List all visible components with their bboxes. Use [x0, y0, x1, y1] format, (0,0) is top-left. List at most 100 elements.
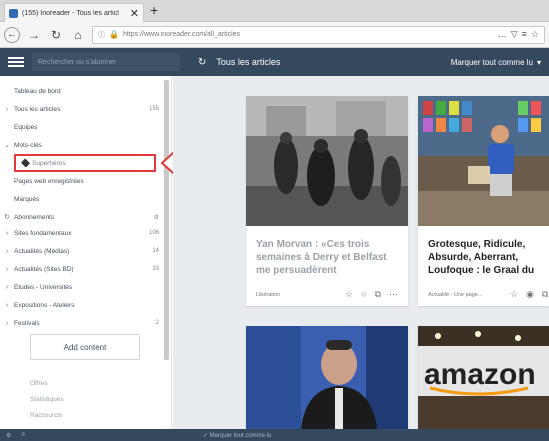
sidebar-item-subscriptions[interactable]: ↻ Abonnements ⚙: [0, 210, 165, 224]
sidebar-item-folder[interactable]: › Actualités (Sites BD) 33: [0, 262, 165, 276]
refresh-icon[interactable]: ↻: [198, 57, 206, 68]
forward-icon[interactable]: →: [26, 27, 42, 43]
lock-icon: 🔒: [109, 30, 119, 39]
app-window: (155) Inoreader - Tous les articl ✕ + ← …: [0, 0, 549, 441]
mark-read-icon[interactable]: ○: [361, 289, 366, 300]
svg-text:amazon: amazon: [424, 358, 536, 391]
bottom-bar: ⚙ ≡ ✓ Marquer tout comme lu: [0, 429, 549, 441]
browser-toolbar: ← → ↻ ⌂ ⓘ 🔒 https://www.inoreader.com/al…: [0, 22, 549, 48]
article-image: [246, 326, 408, 429]
inoreader-favicon-icon: [9, 8, 18, 18]
footer-link-offers[interactable]: Offres: [30, 380, 48, 387]
hamburger-menu-icon[interactable]: [8, 57, 24, 67]
tab-close-icon[interactable]: ✕: [130, 7, 139, 20]
sidebar-item-label: Pages web enregistrées: [14, 177, 84, 185]
menu-icon[interactable]: ≡: [21, 432, 25, 438]
article-source: Libération: [256, 292, 281, 298]
more-icon[interactable]: …: [498, 29, 507, 40]
sidebar-item-label: Sites fondamentaux: [14, 229, 72, 237]
browser-tab[interactable]: (155) Inoreader - Tous les articl ✕: [4, 3, 144, 22]
article-card[interactable]: [246, 326, 408, 429]
mark-read-icon[interactable]: ◉: [526, 289, 534, 300]
footer-link-shortcuts[interactable]: Raccourcis: [30, 412, 62, 419]
add-content-button[interactable]: Add content: [30, 334, 140, 360]
sidebar-item-label: Actualités (Médias): [14, 247, 70, 255]
article-image: amazon: [418, 326, 549, 429]
sidebar-item-label: Mots-clés: [14, 141, 42, 149]
sidebar-item-teams[interactable]: Equipes: [0, 120, 165, 134]
sidebar-item-label: Tableau de bord: [14, 87, 61, 95]
bookmark-star-icon[interactable]: ☆: [531, 29, 539, 40]
article-title[interactable]: Grotesque, Ridicule, Absurde, Aberrant, …: [428, 238, 549, 277]
sidebar-item-folder[interactable]: › Actualités (Médias) 14: [0, 244, 165, 258]
unread-count: 106: [148, 230, 159, 236]
address-bar[interactable]: ⓘ 🔒 https://www.inoreader.com/all_articl…: [92, 25, 545, 44]
article-source: Actualité - Une page...: [428, 292, 483, 298]
chevron-down-icon: ▾: [536, 57, 541, 67]
sidebar-item-folder[interactable]: › Sites fondamentaux 106: [0, 226, 165, 240]
sidebar-item-dashboard[interactable]: Tableau de bord: [0, 84, 165, 98]
url-text: https://www.inoreader.com/all_articles: [122, 31, 241, 38]
app-header: Rechercher ou s'abonner ↻ Tous les artic…: [0, 48, 549, 76]
url-actions: … ▽ ≡ ☆: [498, 29, 539, 40]
chevron-right-icon[interactable]: ›: [0, 106, 14, 113]
settings-icon[interactable]: ⚙: [6, 432, 11, 439]
chevron-right-icon[interactable]: ›: [0, 320, 14, 327]
open-external-icon[interactable]: ⧉: [375, 289, 381, 300]
article-card[interactable]: Grotesque, Ridicule, Absurde, Aberrant, …: [418, 96, 549, 306]
new-tab-icon[interactable]: +: [150, 2, 158, 18]
home-icon[interactable]: ⌂: [70, 27, 86, 43]
reader-icon[interactable]: ≡: [522, 29, 527, 40]
settings-icon[interactable]: ⚙: [145, 214, 165, 221]
sidebar-item-label: Abonnements: [14, 213, 55, 221]
chevron-right-icon[interactable]: ›: [0, 266, 14, 273]
unread-count: 33: [152, 266, 159, 272]
sidebar-item-label: Equipes: [14, 123, 38, 131]
info-icon[interactable]: ⓘ: [98, 30, 105, 40]
open-external-icon[interactable]: ⧉: [542, 289, 548, 300]
sidebar-item-label: Etudes - Universités: [14, 283, 73, 291]
star-icon[interactable]: ☆: [510, 289, 518, 300]
reload-icon[interactable]: ↻: [48, 27, 64, 43]
search-input[interactable]: Rechercher ou s'abonner: [32, 53, 180, 71]
back-icon[interactable]: ←: [4, 26, 20, 43]
pocket-icon[interactable]: ▽: [511, 29, 518, 40]
chevron-right-icon[interactable]: ›: [0, 248, 14, 255]
sidebar: Tableau de bord › Tous les articles 155 …: [0, 76, 219, 441]
article-image: [418, 96, 549, 226]
mark-all-read-label: Marquer tout comme lu: [450, 57, 533, 67]
mark-all-read-button[interactable]: Marquer tout comme lu ▾: [451, 48, 541, 76]
sidebar-item-label: Actualités (Sites BD): [14, 265, 74, 273]
article-card[interactable]: amazon: [418, 326, 549, 429]
chevron-right-icon[interactable]: ›: [0, 230, 14, 237]
sidebar-item-saved-pages[interactable]: Pages web enregistrées: [0, 174, 165, 188]
sidebar-item-starred[interactable]: Marqués: [0, 192, 165, 206]
page-title: Tous les articles: [216, 57, 281, 67]
unread-count: 14: [152, 248, 159, 254]
sidebar-item-folder[interactable]: › Etudes - Universités: [0, 280, 165, 294]
unread-count: 155: [148, 106, 159, 112]
article-card[interactable]: Yan Morvan : «Ces trois semaines à Derry…: [246, 96, 408, 306]
sidebar-item-label: Expositions - Ateliers: [14, 301, 75, 309]
chevron-right-icon[interactable]: ›: [0, 302, 14, 309]
sidebar-item-folder[interactable]: › Expositions - Ateliers: [0, 298, 165, 312]
mark-all-read-link[interactable]: ✓ Marquer tout comme lu: [203, 432, 271, 439]
article-title[interactable]: Yan Morvan : «Ces trois semaines à Derry…: [256, 238, 401, 277]
sidebar-item-label: Tous les articles: [14, 105, 61, 113]
sidebar-item-folder[interactable]: › Festivals 2: [0, 316, 165, 330]
article-image: [246, 96, 408, 226]
sidebar-item-all-articles[interactable]: › Tous les articles 155: [0, 102, 165, 116]
unread-count: 2: [155, 320, 159, 326]
article-actions: ☆ ○ ⧉ ⋯: [345, 289, 398, 300]
chevron-down-icon[interactable]: ⌄: [0, 141, 14, 149]
browser-tab-bar: (155) Inoreader - Tous les articl ✕ +: [0, 0, 549, 22]
sync-icon[interactable]: ↻: [0, 213, 14, 221]
more-options-icon[interactable]: ⋯: [389, 289, 398, 300]
footer-link-statistics[interactable]: Statistiques: [30, 396, 64, 403]
sidebar-item-keywords[interactable]: ⌄ Mots-clés: [0, 138, 165, 152]
sidebar-item-label: Marqués: [14, 195, 40, 203]
article-actions: ☆ ◉ ⧉: [510, 289, 548, 300]
chevron-right-icon[interactable]: ›: [0, 284, 14, 291]
star-icon[interactable]: ☆: [345, 289, 353, 300]
highlight-box: [14, 154, 156, 172]
